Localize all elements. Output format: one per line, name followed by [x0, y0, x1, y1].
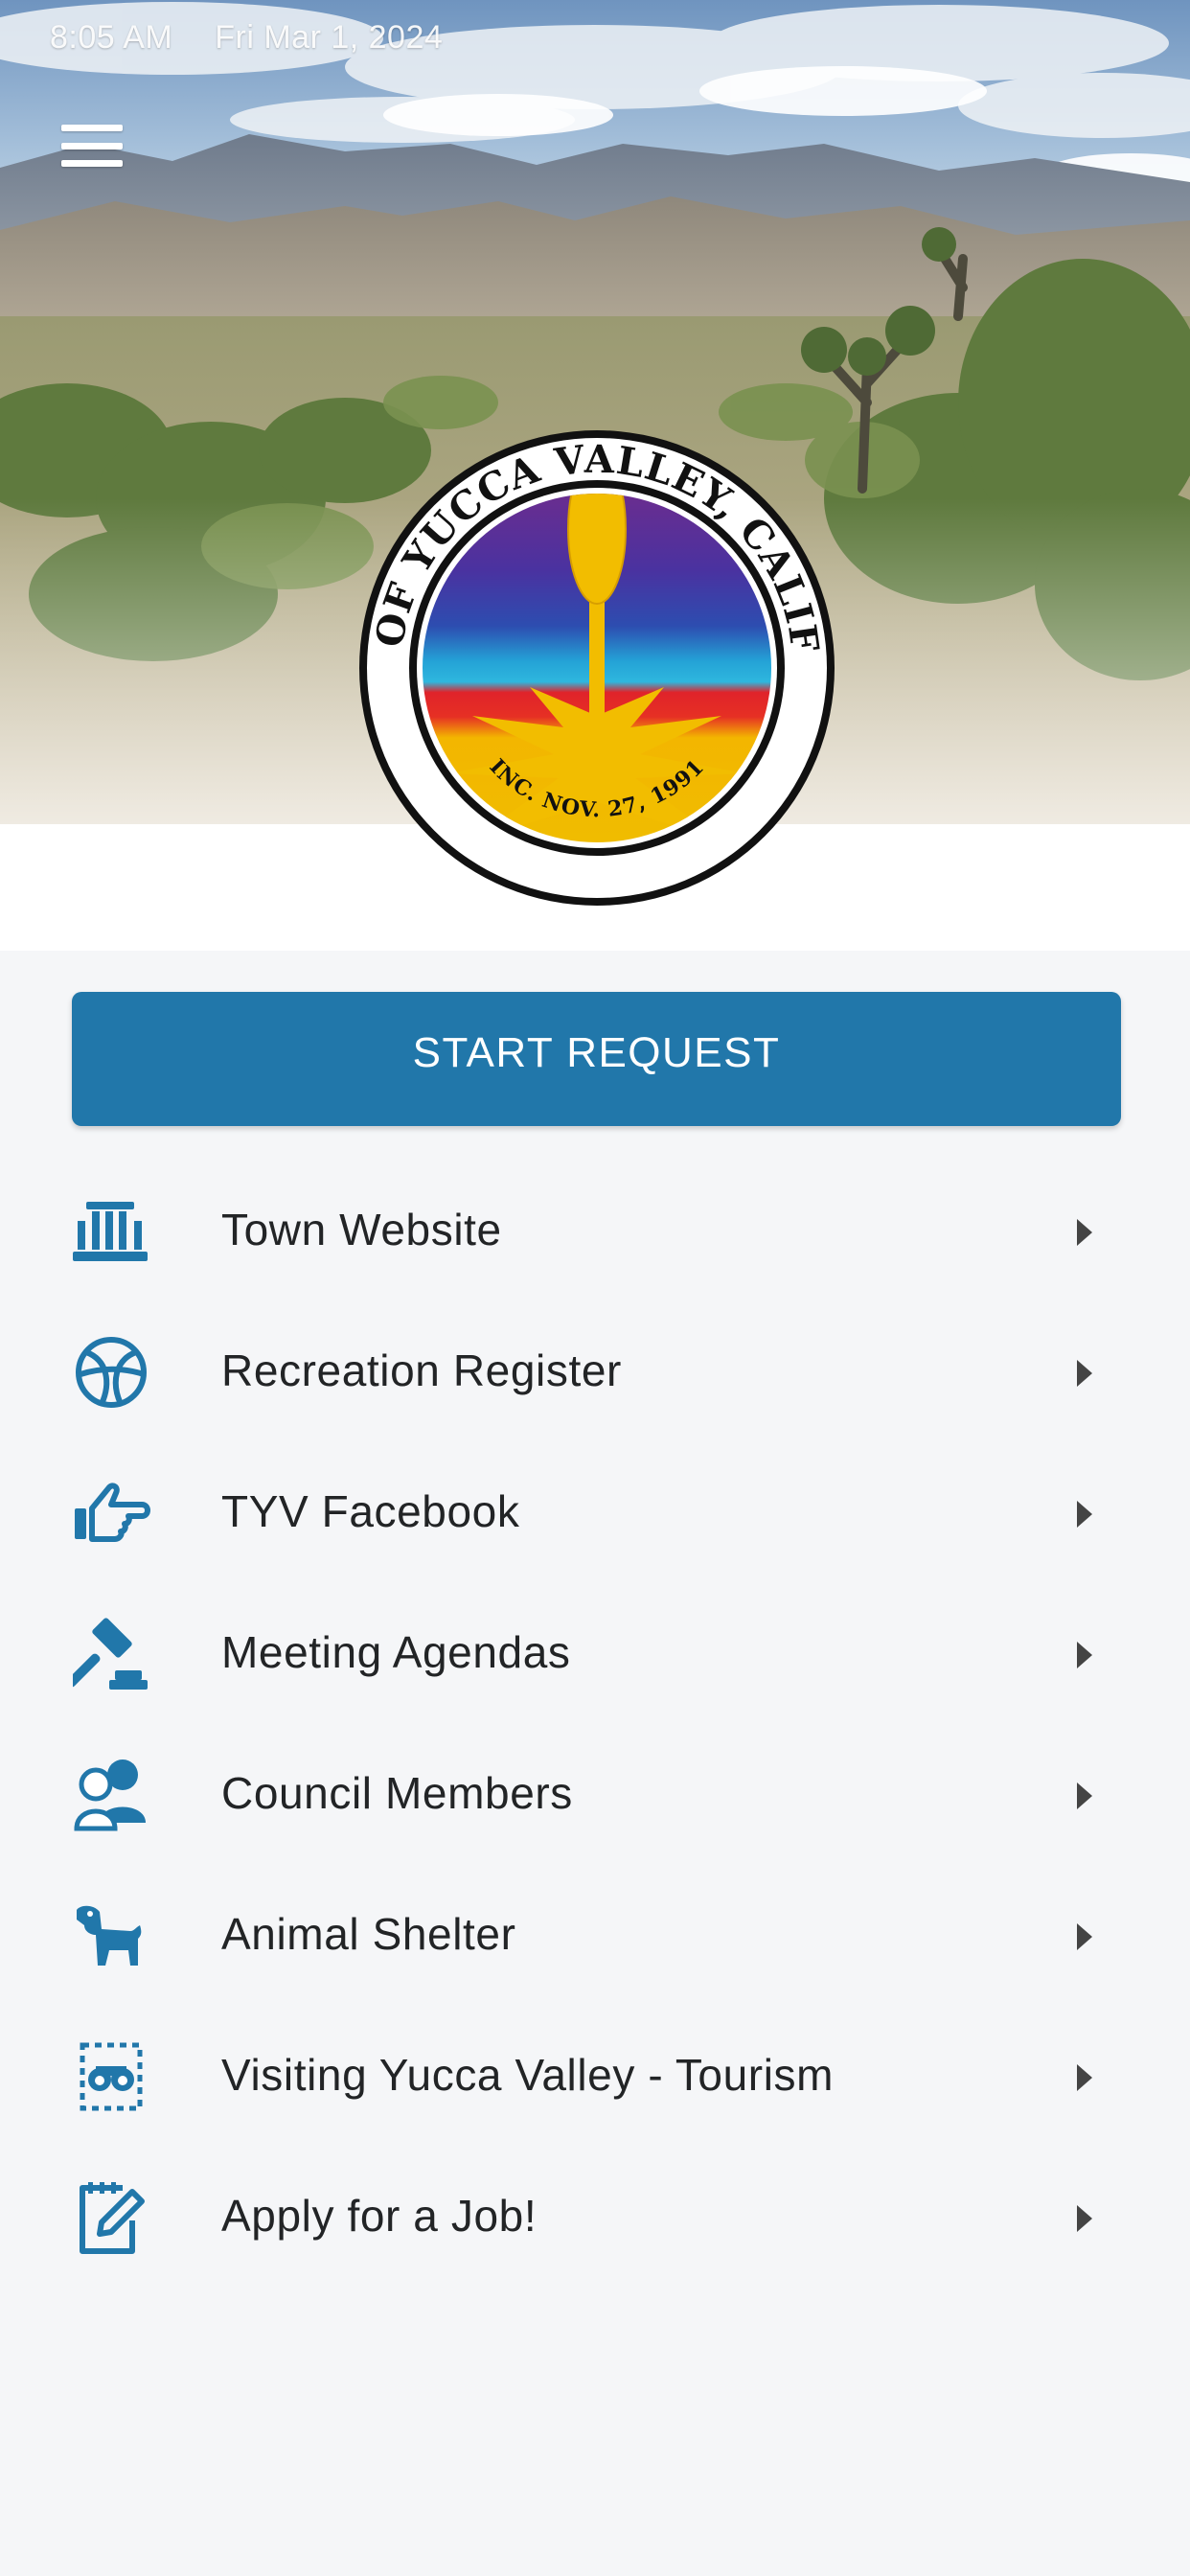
town-seal-logo: TOWN OF YUCCA VALLEY, CALIFORNIA INC. NO… — [357, 428, 835, 906]
link-label: TYV Facebook — [221, 1486, 520, 1536]
link-label: Visiting Yucca Valley - Tourism — [221, 2050, 835, 2100]
link-item-recreation-register[interactable]: Recreation Register — [0, 1302, 1190, 1443]
status-bar: 8:05 AM Fri Mar 1, 2024 — [50, 13, 443, 61]
app-screen: 8:05 AM Fri Mar 1, 2024 OF YUCCA VALLEY,… — [0, 0, 1190, 2576]
start-request-button[interactable]: START REQUEST — [72, 992, 1121, 1126]
link-item-animal-shelter[interactable]: Animal Shelter — [0, 1866, 1190, 2007]
header-hero: 8:05 AM Fri Mar 1, 2024 OF YUCCA VALLEY,… — [0, 0, 1190, 951]
link-item-meeting-agendas[interactable]: Meeting Agendas — [0, 1584, 1190, 1725]
town-hall-icon — [73, 1192, 151, 1271]
chevron-right-icon — [1077, 1501, 1092, 1528]
hamburger-menu-button[interactable] — [48, 107, 136, 184]
user-group-icon — [73, 1756, 151, 1834]
link-label: Council Members — [221, 1768, 573, 1818]
link-list: Town Website Recreation Register TYV Fac… — [0, 1162, 1190, 2288]
chevron-right-icon — [1077, 2064, 1092, 2091]
basketball-icon — [73, 1333, 151, 1412]
pointing-hand-icon — [73, 1474, 151, 1552]
link-label: Town Website — [221, 1205, 502, 1254]
chevron-right-icon — [1077, 1782, 1092, 1809]
chevron-right-icon — [1077, 1923, 1092, 1950]
status-date: Fri Mar 1, 2024 — [215, 18, 444, 56]
link-label: Animal Shelter — [221, 1909, 516, 1959]
link-item-tyv-facebook[interactable]: TYV Facebook — [0, 1443, 1190, 1584]
link-item-apply-job[interactable]: Apply for a Job! — [0, 2148, 1190, 2288]
dog-icon — [73, 1897, 151, 1975]
chevron-right-icon — [1077, 1219, 1092, 1246]
link-item-town-website[interactable]: Town Website — [0, 1162, 1190, 1302]
link-label: Meeting Agendas — [221, 1627, 571, 1677]
link-label: Recreation Register — [221, 1346, 622, 1395]
chevron-right-icon — [1077, 1642, 1092, 1668]
chevron-right-icon — [1077, 1360, 1092, 1387]
edit-form-icon — [73, 2178, 151, 2257]
link-label: Apply for a Job! — [221, 2191, 538, 2241]
chevron-right-icon — [1077, 2205, 1092, 2232]
link-item-council-members[interactable]: Council Members — [0, 1725, 1190, 1866]
start-request-label: START REQUEST — [412, 1029, 781, 1076]
status-time: 8:05 AM — [50, 18, 173, 56]
link-item-visiting-tourism[interactable]: Visiting Yucca Valley - Tourism — [0, 2007, 1190, 2148]
hamburger-menu-icon — [61, 125, 123, 167]
binoculars-icon — [73, 2037, 151, 2116]
gavel-icon — [73, 1615, 151, 1693]
